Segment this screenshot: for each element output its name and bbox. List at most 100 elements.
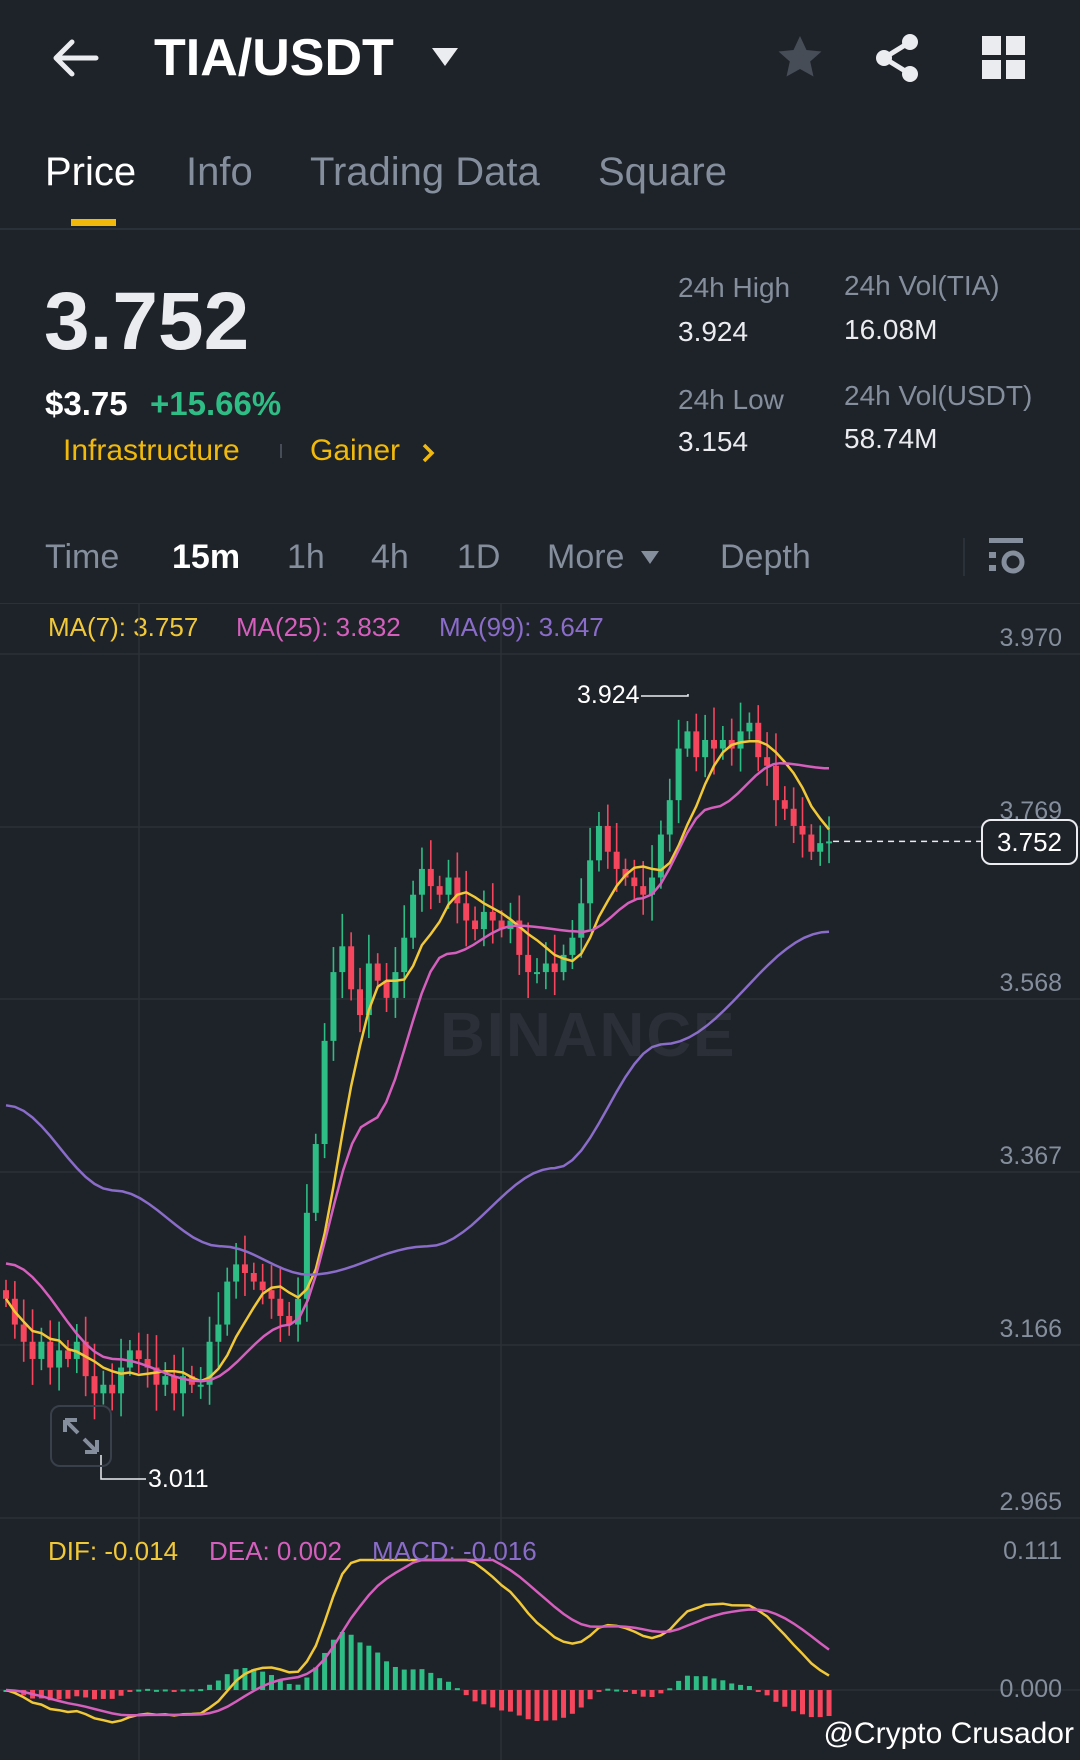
last-price: 3.752 (44, 276, 250, 367)
macd-histogram-bar (791, 1690, 797, 1712)
candle-body (808, 834, 815, 852)
macd-histogram-bar (684, 1675, 690, 1690)
tag-gainer[interactable]: Gainer (310, 434, 400, 468)
macd-histogram-bar (92, 1690, 97, 1700)
axis-tick: 3.970 (999, 624, 1062, 652)
candle-body (436, 886, 443, 895)
macd-histogram-bar (127, 1690, 133, 1692)
macd-histogram-bar (207, 1684, 213, 1690)
candle-body (746, 722, 753, 732)
candle-body (259, 1281, 266, 1291)
candle-body (498, 920, 505, 930)
candle-body (250, 1272, 257, 1282)
candle-body (348, 946, 355, 990)
dropdown-caret-icon[interactable] (430, 46, 460, 70)
candle-body (472, 920, 479, 930)
candle-body (109, 1384, 116, 1394)
candle-body (817, 843, 824, 852)
candle-body (3, 1290, 9, 1299)
high-marker-label: 3.924 (577, 681, 640, 709)
macd-histogram-bar (410, 1669, 416, 1690)
tag-separator (280, 444, 282, 458)
candle-body (206, 1341, 213, 1385)
usd-price: $3.75 (45, 385, 128, 422)
candle-body (737, 731, 744, 749)
macd-histogram-bar (507, 1690, 513, 1712)
candle-body (47, 1341, 54, 1368)
axis-tick: 0.000 (999, 1675, 1062, 1703)
macd-histogram-bar (481, 1690, 487, 1705)
candle-body (153, 1367, 160, 1385)
candle-body (241, 1264, 248, 1273)
candle-body (702, 739, 709, 758)
share-icon[interactable] (872, 32, 922, 84)
more-caret-icon (641, 551, 659, 564)
tf-depth[interactable]: Depth (720, 538, 811, 577)
candle-body (365, 963, 372, 1016)
macd-histogram-bar (171, 1690, 177, 1692)
chart-settings-icon[interactable] (987, 536, 1027, 576)
candle-body (693, 731, 700, 758)
macd-histogram-bar (746, 1686, 752, 1690)
chevron-right-icon[interactable] (420, 442, 436, 464)
tf-time[interactable]: Time (45, 538, 119, 577)
candle-body (126, 1350, 133, 1368)
tf-4h[interactable]: 4h (371, 538, 409, 577)
expand-chart-button[interactable] (50, 1405, 112, 1467)
candle-body (525, 954, 532, 973)
tf-1d[interactable]: 1D (457, 538, 500, 577)
macd-histogram-bar (623, 1690, 628, 1692)
macd-histogram-bar (118, 1690, 124, 1696)
pair-title[interactable]: TIA/USDT (154, 28, 394, 88)
high-value: 3.924 (678, 316, 749, 347)
macd-histogram-bar (109, 1690, 115, 1699)
back-button[interactable] (48, 34, 100, 87)
macd-histogram-bar (251, 1669, 257, 1690)
macd-histogram-bar (640, 1690, 646, 1697)
candle-body (197, 1384, 204, 1387)
vol-base-label: 24h Vol(TIA) (844, 270, 1000, 301)
macd-histogram-bar (587, 1690, 593, 1700)
tf-more[interactable]: More (547, 538, 624, 577)
macd-histogram-bar (269, 1675, 274, 1690)
macd-histogram-bar (313, 1667, 319, 1690)
candle-body (303, 1212, 310, 1299)
candle-body (162, 1376, 169, 1385)
binance-watermark: BINANCE (440, 1001, 737, 1070)
macd-histogram-bar (817, 1690, 823, 1718)
grid-icon[interactable] (982, 36, 1026, 80)
macd-histogram-bar (472, 1690, 478, 1702)
macd-histogram-bar (782, 1690, 788, 1707)
tab-price[interactable]: Price (45, 150, 136, 195)
macd-histogram-bar (224, 1674, 230, 1690)
macd-histogram-bar (242, 1667, 248, 1690)
candle-body (357, 989, 363, 1016)
tf-1h[interactable]: 1h (287, 538, 325, 577)
macd-histogram-bar (56, 1690, 62, 1700)
tf-15m[interactable]: 15m (172, 538, 240, 577)
macd-histogram-bar (47, 1690, 53, 1701)
expand-icon (63, 1418, 99, 1454)
macd-histogram-bar (437, 1678, 443, 1690)
candle-body (560, 954, 567, 973)
candle-body (595, 825, 602, 861)
candle-body (286, 1315, 293, 1325)
macd-histogram-bar (12, 1690, 18, 1693)
ma25-line (5, 761, 830, 1383)
star-icon[interactable] (776, 34, 824, 80)
macd-histogram-bar (366, 1645, 372, 1690)
macd-histogram-bar (525, 1690, 531, 1720)
tag-infrastructure[interactable]: Infrastructure (63, 434, 240, 468)
macd-legend: MACD: -0.016 (372, 1536, 537, 1566)
tab-trading-data[interactable]: Trading Data (310, 150, 540, 195)
macd-histogram-bar (74, 1690, 80, 1697)
tab-square[interactable]: Square (598, 150, 727, 195)
macd-histogram-bar (153, 1689, 159, 1692)
candle-body (277, 1298, 284, 1316)
macd-histogram-bar (614, 1689, 620, 1692)
divider (963, 538, 965, 576)
tab-info[interactable]: Info (186, 150, 253, 195)
macd-histogram-bar (189, 1689, 195, 1692)
candle-body (224, 1281, 231, 1325)
candle-body (312, 1144, 319, 1213)
